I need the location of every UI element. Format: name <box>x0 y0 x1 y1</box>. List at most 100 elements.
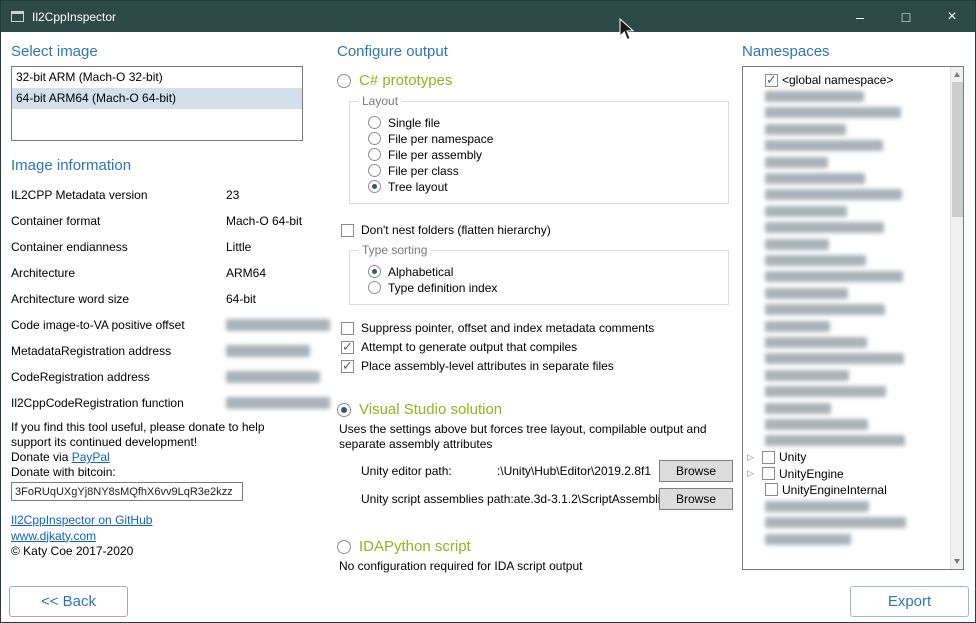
scroll-down-icon[interactable] <box>954 559 960 564</box>
redacted-namespace <box>765 435 905 446</box>
namespace-item[interactable] <box>747 220 949 236</box>
option-label: Tree layout <box>388 180 448 194</box>
namespace-item[interactable] <box>747 531 949 547</box>
namespace-checkbox[interactable] <box>765 74 778 87</box>
bitcoin-label: Donate with bitcoin: <box>11 465 303 480</box>
export-button[interactable]: Export <box>850 586 969 617</box>
checkbox-icon <box>341 341 354 354</box>
namespace-item[interactable]: UnityEngineInternal <box>747 482 949 498</box>
redacted-namespace <box>765 288 848 299</box>
namespace-item[interactable] <box>747 105 949 121</box>
sorting-option-alphabetical[interactable]: Alphabetical <box>368 264 718 279</box>
checkbox-option-place-assembly-level-attributes-in-separate-files[interactable]: Place assembly-level attributes in separ… <box>341 357 735 375</box>
type-sorting-group: Type sorting AlphabeticalType definition… <box>349 250 729 305</box>
redacted-namespace <box>765 386 886 397</box>
window-title: Il2CppInspector <box>32 10 116 24</box>
csharp-prototypes-label: C# prototypes <box>359 72 452 89</box>
namespace-item[interactable] <box>747 138 949 154</box>
option-label: File per assembly <box>388 148 482 162</box>
checkbox-icon <box>341 322 354 335</box>
layout-option-single-file[interactable]: Single file <box>368 115 718 130</box>
namespace-item[interactable] <box>747 170 949 186</box>
radio-icon <box>368 180 381 193</box>
minimize-button[interactable]: – <box>837 1 883 32</box>
checkbox-option-attempt-to-generate-output-that-compiles[interactable]: Attempt to generate output that compiles <box>341 338 735 356</box>
layout-option-tree-layout[interactable]: Tree layout <box>368 179 718 194</box>
namespaces-scrollbar[interactable] <box>950 67 963 569</box>
namespace-item[interactable] <box>747 88 949 104</box>
namespace-item[interactable] <box>747 121 949 137</box>
sorting-option-type-definition-index[interactable]: Type definition index <box>368 280 718 295</box>
namespace-item[interactable] <box>747 400 949 416</box>
unity-editor-browse-button[interactable]: Browse <box>659 460 733 482</box>
redacted-namespace <box>765 419 868 430</box>
website-link[interactable]: www.djkaty.com <box>11 529 96 543</box>
csharp-prototypes-option[interactable]: C# prototypes <box>337 72 735 89</box>
option-label: Type definition index <box>388 281 497 295</box>
namespace-item[interactable] <box>747 269 949 285</box>
namespace-item[interactable]: ▷Unity <box>747 449 949 465</box>
namespace-item[interactable]: <global namespace> <box>747 72 949 88</box>
back-button[interactable]: << Back <box>9 586 128 617</box>
checkbox-option-suppress-pointer-offset-and-index-metadata-comments[interactable]: Suppress pointer, offset and index metad… <box>341 319 735 337</box>
idapython-description: No configuration required for IDA script… <box>339 559 735 574</box>
bitcoin-address-input[interactable] <box>11 482 243 501</box>
namespace-item[interactable] <box>747 154 949 170</box>
flatten-checkbox-row[interactable]: Don't nest folders (flatten hierarchy) <box>341 222 735 238</box>
info-value <box>226 371 320 383</box>
expander-icon[interactable]: ▷ <box>747 453 758 462</box>
redacted-namespace <box>765 353 904 364</box>
expander-icon[interactable]: ▷ <box>747 469 758 478</box>
namespace-checkbox[interactable] <box>762 451 775 464</box>
github-link[interactable]: Il2CppInspector on GitHub <box>11 513 152 527</box>
namespace-item[interactable] <box>747 367 949 383</box>
namespace-item[interactable] <box>747 433 949 449</box>
paypal-link[interactable]: PayPal <box>72 450 110 464</box>
info-label: CodeRegistration address <box>11 370 150 384</box>
namespace-item[interactable] <box>747 416 949 432</box>
layout-option-file-per-class[interactable]: File per class <box>368 163 718 178</box>
namespace-item[interactable] <box>747 203 949 219</box>
namespaces-listbox[interactable]: <global namespace>▷Unity▷UnityEngineUnit… <box>742 66 964 570</box>
image-list-item-32-bit-arm-mach-o-32-bit[interactable]: 32-bit ARM (Mach-O 32-bit) <box>12 67 302 88</box>
scrollbar-thumb[interactable] <box>952 82 963 217</box>
close-button[interactable]: × <box>929 1 975 32</box>
image-listbox[interactable]: 32-bit ARM (Mach-O 32-bit)64-bit ARM64 (… <box>11 66 303 141</box>
namespace-label-unityengine: UnityEngine <box>779 467 844 481</box>
scroll-up-icon[interactable] <box>954 72 960 77</box>
unity-editor-path-row: Unity editor path: :\Unity\Hub\Editor\20… <box>361 460 733 482</box>
namespace-item[interactable] <box>747 515 949 531</box>
namespace-checkbox[interactable] <box>762 467 775 480</box>
namespace-item[interactable] <box>747 187 949 203</box>
namespace-item[interactable] <box>747 236 949 252</box>
namespace-item[interactable] <box>747 318 949 334</box>
namespace-item[interactable] <box>747 351 949 367</box>
namespace-checkbox[interactable] <box>765 483 778 496</box>
namespace-item[interactable] <box>747 301 949 317</box>
namespace-item[interactable]: ▷ UnityEngine <box>747 465 949 481</box>
visual-studio-option[interactable]: Visual Studio solution <box>337 401 735 418</box>
namespace-item[interactable] <box>747 334 949 350</box>
unity-script-path-label: Unity script assemblies path: <box>361 492 514 506</box>
configure-output-panel: Configure output C# prototypes Layout Si… <box>337 43 735 574</box>
namespace-item[interactable] <box>747 498 949 514</box>
layout-option-file-per-assembly[interactable]: File per assembly <box>368 147 718 162</box>
redacted-namespace <box>765 173 865 184</box>
info-row: ArchitectureARM64 <box>11 260 303 286</box>
radio-icon <box>368 164 381 177</box>
maximize-button[interactable]: □ <box>883 1 929 32</box>
unity-script-path-value[interactable]: ate.3d-3.1.2\ScriptAssemblies <box>514 492 659 506</box>
namespace-item[interactable] <box>747 383 949 399</box>
layout-option-file-per-namespace[interactable]: File per namespace <box>368 131 718 146</box>
namespace-label-global-namespace: <global namespace> <box>782 73 893 87</box>
info-value <box>226 397 330 409</box>
idapython-option[interactable]: IDAPython script <box>337 538 735 555</box>
option-label: Alphabetical <box>388 265 453 279</box>
option-label: File per class <box>388 164 459 178</box>
namespace-item[interactable] <box>747 252 949 268</box>
namespace-item[interactable] <box>747 285 949 301</box>
unity-editor-path-value[interactable]: :\Unity\Hub\Editor\2019.2.8f1 <box>452 464 659 478</box>
unity-script-browse-button[interactable]: Browse <box>659 488 733 510</box>
redacted-namespace <box>765 271 903 282</box>
image-list-item-64-bit-arm64-mach-o-64-bit[interactable]: 64-bit ARM64 (Mach-O 64-bit) <box>12 88 302 109</box>
